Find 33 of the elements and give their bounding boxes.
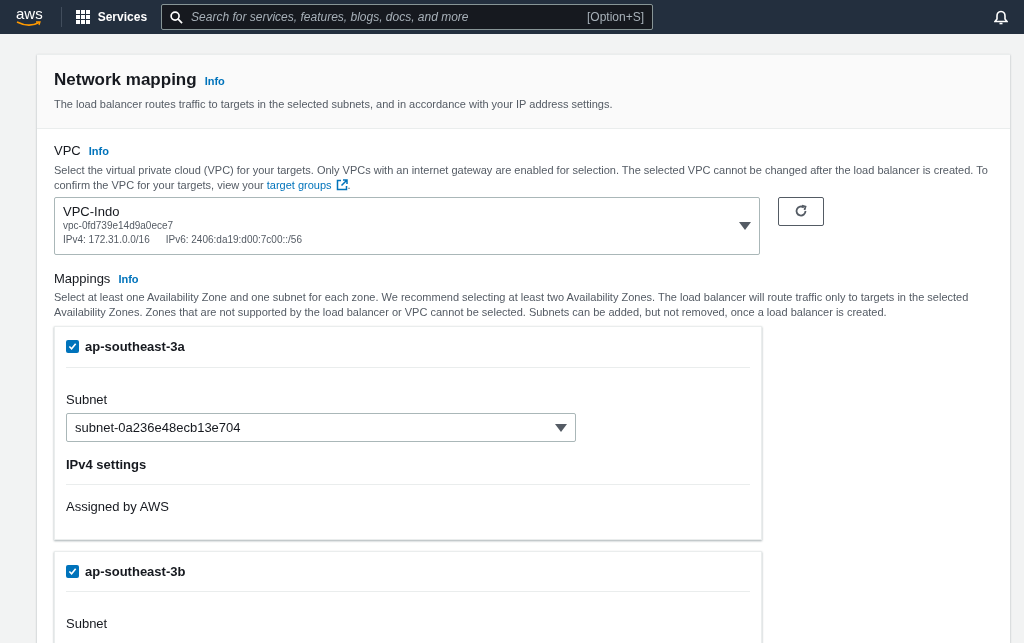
checkbox[interactable] xyxy=(66,564,79,578)
ipv4-assignment: Assigned by AWS xyxy=(66,498,169,516)
search-bar[interactable]: Search for services, features, blogs, docs, and more [Option+S] xyxy=(161,4,654,30)
info-link[interactable]: Info xyxy=(118,270,139,287)
section-title: Network mapping xyxy=(54,69,197,91)
section-description: The load balancer routes traffic to targets in the selected subnets, and in accordance with your IP address settings. xyxy=(54,96,613,112)
checkbox[interactable] xyxy=(66,340,79,354)
vpc-description: Select the virtual private cloud (VPC) for your targets. Only VPCs with an internet gateway are enabled for selection. The selected VPC cannot be changed after the load balancer is created. To confirm the VPC for your targets, view your target groups . xyxy=(54,162,989,193)
subnet-label: Subnet xyxy=(66,615,108,633)
refresh-button[interactable] xyxy=(778,196,824,226)
caret-icon xyxy=(739,221,751,230)
info-link[interactable]: Info xyxy=(88,143,109,160)
services-menu-button[interactable]: Services xyxy=(75,8,148,26)
search-input[interactable]: Search for services, features, blogs, docs, and more xyxy=(191,8,580,26)
keyboard-shortcut: [Option+S] xyxy=(587,9,645,26)
vpc-select[interactable]: VPC-Indo vpc-0fd739e14d9a0ece7 IPv4: 172.31.0.0/16 IPv6: 2406:da19:d00:7c00::/56 xyxy=(54,196,760,255)
zone-name: ap-southeast-3b xyxy=(85,562,186,581)
subnet-label: Subnet xyxy=(66,390,108,409)
search-icon xyxy=(170,10,184,24)
info-link[interactable]: Info xyxy=(204,73,225,90)
mappings-label: Mappings xyxy=(54,269,111,288)
refresh-icon xyxy=(794,204,808,218)
external-link-icon xyxy=(335,179,348,191)
grid-icon xyxy=(75,10,90,24)
aws-logo[interactable]: aws xyxy=(16,7,43,27)
ipv4-settings-heading: IPv4 settings xyxy=(66,457,147,472)
subnet-select[interactable]: subnet-0a236e48ecb13e704 xyxy=(66,413,576,442)
zone-name: ap-southeast-3a xyxy=(85,338,185,356)
notification-bell-icon[interactable] xyxy=(994,9,1008,25)
caret-icon xyxy=(555,423,567,432)
target-groups-link[interactable]: target groups xyxy=(266,177,348,193)
mappings-description: Select at least one Availability Zone and one subnet for each zone. We recommend selecting at least two Availability Zones. The load balancer will route traffic only to targets in the selected Availability Zones. Zones that are not supported by the load balancer or VPC cannot be selected. Subnets can be added, but not removed, once a load balancer is created. xyxy=(54,290,970,320)
vpc-label: VPC xyxy=(54,142,81,160)
